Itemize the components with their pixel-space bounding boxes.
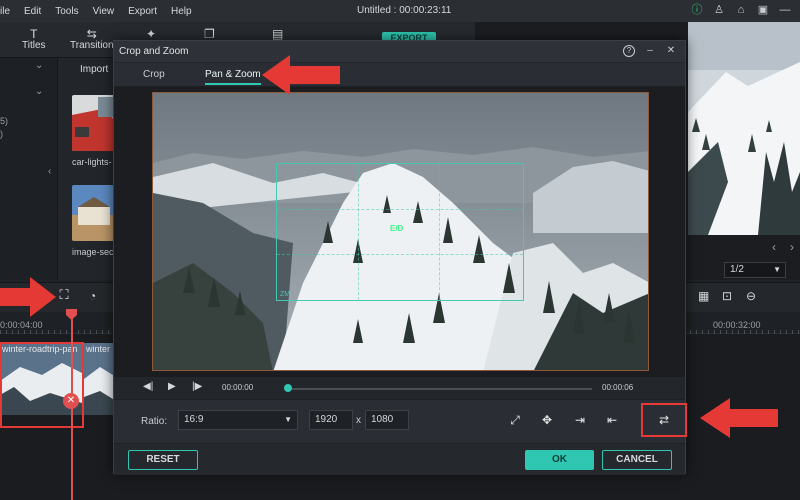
chevron-down-icon: ▼: [773, 265, 781, 274]
user-icon[interactable]: ♙: [712, 3, 726, 17]
media-thumbnail[interactable]: [72, 185, 116, 241]
effects-icon[interactable]: ✦: [146, 28, 156, 40]
crop-icon[interactable]: ⛶: [55, 287, 73, 305]
preview-nav[interactable]: ‹›: [772, 240, 800, 254]
dialog-title: Crop and Zoom: [119, 46, 189, 57]
quality-value: 1/2: [730, 264, 744, 275]
zoom-region[interactable]: E/D ZM: [276, 163, 524, 301]
tab-crop[interactable]: Crop: [143, 69, 165, 80]
current-time: 00:00:00: [222, 383, 254, 392]
tab-pan-zoom[interactable]: Pan & Zoom: [205, 69, 261, 85]
menu-view[interactable]: View: [86, 6, 122, 17]
render-icon[interactable]: ▦: [698, 289, 709, 303]
annotation-arrow-icon: [700, 398, 778, 438]
titles-icon: T: [30, 27, 38, 41]
next-frame-icon[interactable]: |▶: [192, 381, 202, 392]
close-icon[interactable]: ✕: [665, 45, 677, 57]
ratio-options: Ratio: 16:9 ▼ 1920 x 1080 ⤢ ✥ ⇥ ⇤ ⇄: [114, 399, 687, 443]
dialog-tabs: Crop Pan & Zoom: [114, 63, 685, 87]
thumbnail-label: image-sec: [72, 247, 114, 257]
menu-file[interactable]: ile: [0, 6, 17, 17]
save-icon[interactable]: ▣: [756, 3, 770, 17]
zoom-guide: [277, 208, 523, 210]
preview-frame: [688, 22, 800, 235]
menu-help[interactable]: Help: [164, 6, 199, 17]
speed-icon[interactable]: ◔: [89, 289, 96, 303]
progress-handle[interactable]: [284, 384, 292, 392]
fit-icon[interactable]: ⤢: [507, 412, 523, 428]
dialog-titlebar: Crop and Zoom ? – ✕: [114, 41, 685, 63]
transition-tool[interactable]: ⇆ Transition: [70, 28, 114, 51]
dialog-footer: RESET OK CANCEL: [114, 443, 685, 475]
reset-button[interactable]: RESET: [128, 450, 198, 470]
ruler-time: 00:00:32:00: [713, 320, 761, 330]
crop-canvas: E/D ZM: [114, 87, 685, 377]
width-input[interactable]: 1920: [309, 410, 353, 430]
menu-edit[interactable]: Edit: [17, 6, 48, 17]
crop-zoom-dialog: Crop and Zoom ? – ✕ Crop Pan & Zoom E/D …: [113, 40, 687, 475]
video-frame: E/D ZM: [152, 92, 649, 371]
swap-highlight: ⇄: [641, 403, 687, 437]
help-icon[interactable]: ?: [623, 45, 635, 57]
progress-track[interactable]: [287, 388, 592, 390]
menu-export[interactable]: Export: [121, 6, 164, 17]
thumbnail-label: car-lights-: [72, 157, 112, 167]
swap-icon[interactable]: ⇄: [656, 412, 672, 428]
zoom-guide: [439, 164, 441, 300]
import-button[interactable]: Import: [80, 64, 108, 75]
info-icon[interactable]: ⓘ: [690, 3, 704, 17]
previous-frame-icon[interactable]: ◀|: [143, 381, 153, 392]
zoom-center-marker: E/D: [390, 224, 404, 233]
zoom-guide: [277, 253, 523, 255]
preview-quality-select[interactable]: 1/2 ▼: [724, 262, 786, 278]
chevron-down-icon[interactable]: ⌄: [35, 86, 43, 97]
move-icon[interactable]: ✥: [539, 412, 555, 428]
zoom-region-tag: ZM: [280, 291, 291, 298]
preview-player: ◀| ▶ |▶ 00:00:00 00:00:06: [114, 377, 685, 399]
ratio-label: Ratio:: [141, 416, 168, 427]
folder-count: ): [0, 129, 3, 139]
height-input[interactable]: 1080: [365, 410, 409, 430]
ratio-value: 16:9: [184, 414, 204, 425]
media-thumbnail[interactable]: [72, 95, 116, 151]
elements-icon[interactable]: ❐: [204, 28, 215, 40]
ok-button[interactable]: OK: [525, 450, 594, 470]
zoom-out-icon[interactable]: ⊖: [746, 289, 756, 303]
close-icon[interactable]: ✕: [63, 393, 79, 409]
transition-icon: ⇆: [86, 27, 97, 41]
annotation-arrow-icon: [0, 277, 56, 317]
split-icon[interactable]: ▤: [272, 28, 283, 40]
titles-tool[interactable]: T Titles: [22, 28, 46, 51]
menu-bar: ile Edit Tools View Export Help Untitled…: [0, 0, 800, 22]
align-right-icon[interactable]: ⇥: [572, 412, 588, 428]
snap-icon[interactable]: ⊡: [722, 289, 732, 303]
end-time: 00:00:06: [602, 383, 634, 392]
chevron-down-icon: ▼: [284, 415, 292, 424]
dimension-separator: x: [356, 415, 361, 426]
clip-label: winter: [86, 344, 111, 354]
zoom-guide: [358, 164, 360, 300]
transition-label: Transition: [70, 40, 114, 51]
titles-label: Titles: [22, 40, 46, 51]
cart-icon[interactable]: ⌂: [734, 3, 748, 17]
cancel-button[interactable]: CANCEL: [602, 450, 672, 470]
play-icon[interactable]: ▶: [168, 381, 176, 392]
chevron-down-icon[interactable]: ⌄: [35, 60, 43, 71]
ruler-time: 0:00:04:00: [0, 320, 43, 330]
minimize-icon[interactable]: –: [644, 45, 656, 57]
folder-count: 5): [0, 116, 9, 126]
window-title: Untitled : 00:00:23:11: [357, 5, 452, 16]
ratio-select[interactable]: 16:9 ▼: [178, 410, 298, 430]
chevron-left-icon[interactable]: ‹: [48, 166, 51, 177]
align-left-icon[interactable]: ⇤: [604, 412, 620, 428]
menu-tools[interactable]: Tools: [48, 6, 85, 17]
annotation-arrow-icon: [262, 55, 340, 95]
minimize-icon[interactable]: —: [778, 3, 792, 17]
